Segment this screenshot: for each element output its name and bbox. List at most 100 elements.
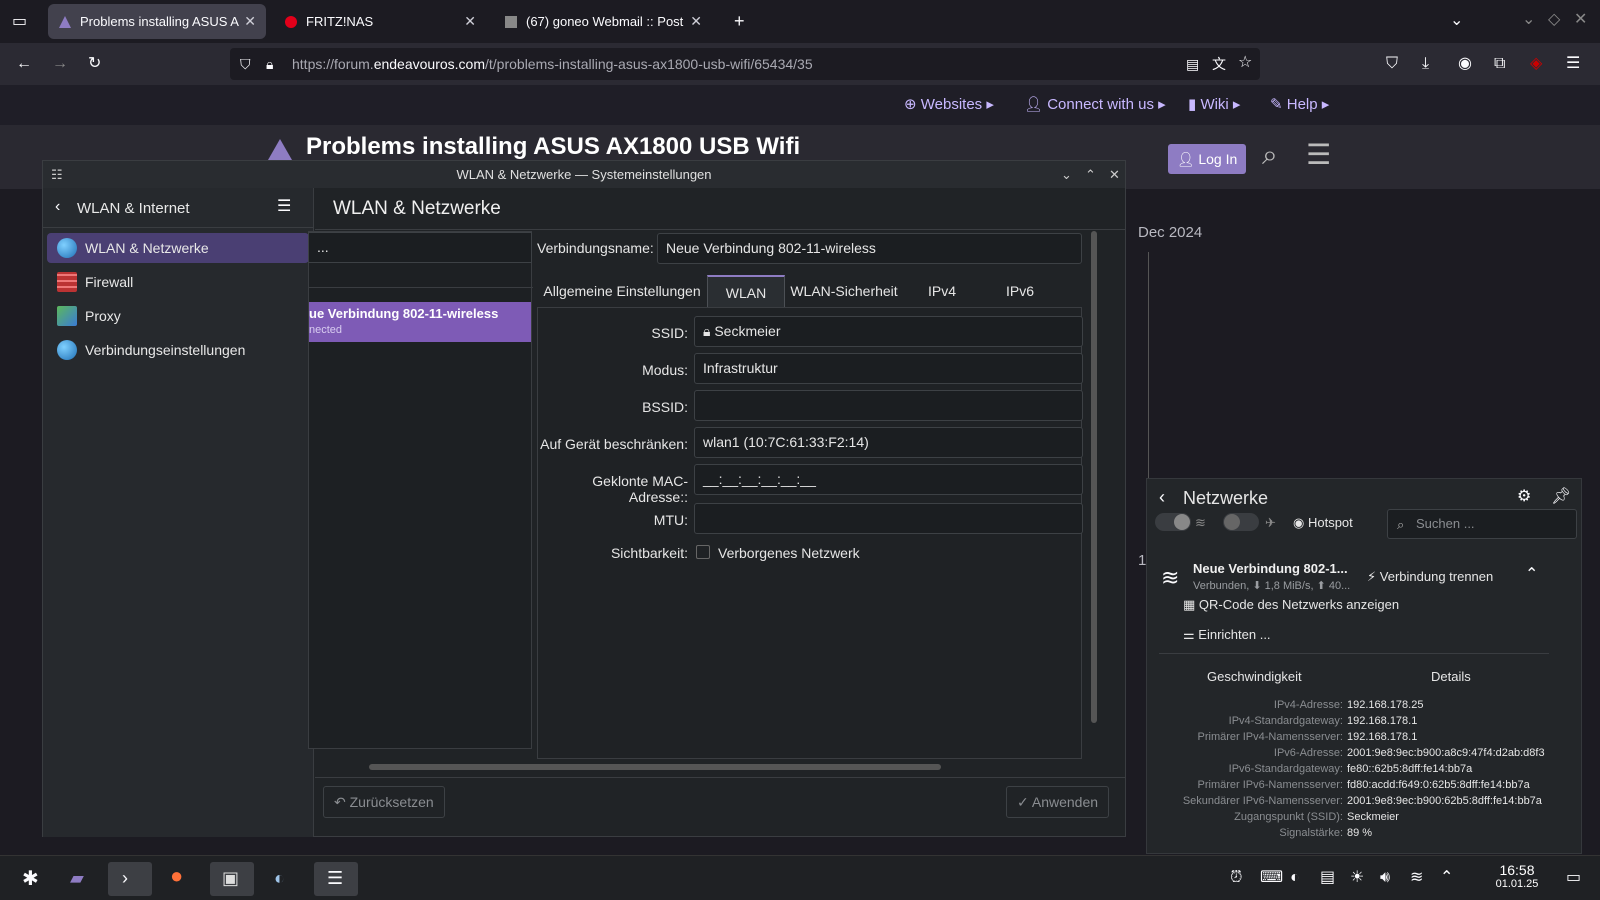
- taskbar-files[interactable]: ▰: [58, 862, 102, 896]
- menu-icon[interactable]: ☰: [1566, 56, 1580, 72]
- airplane-toggle[interactable]: [1223, 513, 1259, 531]
- clock[interactable]: 16:58 01.01.25: [1490, 862, 1544, 890]
- hamburger-icon[interactable]: ☰: [277, 199, 291, 215]
- conn-name-input[interactable]: Neue Verbindung 802-11-wireless: [657, 233, 1082, 264]
- tab-details[interactable]: Details: [1431, 669, 1471, 684]
- minimize-icon[interactable]: ⌄: [1061, 167, 1072, 183]
- sidebar-item-connection-settings[interactable]: Verbindungseinstellungen: [47, 335, 309, 365]
- mtu-input[interactable]: [694, 503, 1083, 534]
- chevron-down-icon[interactable]: ⌄: [1450, 13, 1463, 29]
- close-icon[interactable]: ✕: [464, 13, 476, 30]
- close-window-icon[interactable]: ✕: [1574, 12, 1587, 28]
- steam-tray-icon[interactable]: ◐: [1290, 870, 1300, 886]
- apply-button[interactable]: ✓ Anwenden: [1006, 786, 1110, 818]
- ssid-input[interactable]: 🔒︎ Seckmeier: [694, 316, 1083, 347]
- bssid-input[interactable]: [694, 390, 1083, 421]
- keyboard-icon[interactable]: ⌨︎: [1260, 870, 1283, 886]
- tab-wlan-security[interactable]: WLAN-Sicherheit: [785, 275, 903, 307]
- setup-button[interactable]: ⚌ Einrichten ...: [1183, 627, 1271, 643]
- taskbar-mixer[interactable]: ☰: [314, 862, 358, 896]
- hamburger-icon[interactable]: ☰: [1306, 141, 1331, 169]
- window-menu-icon[interactable]: ☷: [51, 167, 63, 183]
- chevron-up-icon[interactable]: ⌃: [1525, 567, 1538, 583]
- minimize-icon[interactable]: ⌄: [1522, 12, 1535, 28]
- reload-icon[interactable]: ↻: [88, 56, 101, 72]
- search-icon[interactable]: ⌕: [1262, 141, 1278, 169]
- close-icon[interactable]: ✕: [244, 13, 256, 30]
- url-bar[interactable]: ⛉ 🔒︎ https://forum.endeavouros.com/t/pro…: [230, 48, 1260, 80]
- tab-speed[interactable]: Geschwindigkeit: [1207, 669, 1302, 684]
- extensions-icon[interactable]: ⧉: [1494, 56, 1505, 72]
- taskbar-firefox[interactable]: ●: [160, 862, 204, 896]
- vertical-scrollbar[interactable]: [1091, 231, 1097, 723]
- tray-expand-icon[interactable]: ⌃: [1440, 870, 1453, 886]
- sidebar-item-proxy[interactable]: Proxy: [47, 301, 309, 331]
- close-icon[interactable]: ✕: [1109, 167, 1120, 183]
- bookmark-star-icon[interactable]: ☆: [1238, 55, 1252, 71]
- connection-search-input[interactable]: ...: [308, 232, 532, 263]
- forum-nav-help[interactable]: ✎ Help ▸: [1270, 95, 1329, 113]
- forum-nav-websites[interactable]: ⊕ Websites ▸: [904, 95, 994, 113]
- back-icon[interactable]: ←: [16, 56, 32, 72]
- connection-item[interactable]: ≋ Neue Verbindung 802-1... Verbunden, ⬇ …: [1147, 549, 1579, 629]
- reset-button[interactable]: ↶ Zurücksetzen: [323, 786, 445, 818]
- forward-icon[interactable]: →: [52, 56, 68, 72]
- tab-wlan[interactable]: WLAN: [707, 275, 785, 307]
- account-icon[interactable]: ◉: [1458, 56, 1472, 72]
- timeline-track[interactable]: [1148, 252, 1149, 482]
- tab-fritznas[interactable]: FRITZ!NAS ✕: [274, 4, 486, 39]
- list-item-connection[interactable]: ue Verbindung 802-11-wireless nected: [309, 302, 531, 342]
- url-text[interactable]: https://forum.endeavouros.com/t/problems…: [292, 56, 813, 72]
- tab-general[interactable]: Allgemeine Einstellungen: [537, 275, 707, 307]
- close-icon[interactable]: ✕: [690, 13, 702, 30]
- qr-code-button[interactable]: ▦ QR-Code des Netzwerks anzeigen: [1183, 597, 1399, 613]
- back-icon[interactable]: ‹: [55, 199, 60, 215]
- hidden-network-checkbox[interactable]: [696, 545, 710, 559]
- volume-icon[interactable]: 🔊︎: [1380, 870, 1390, 886]
- timeline-date[interactable]: Dec 2024: [1138, 224, 1202, 241]
- login-button[interactable]: 👤︎ Log In: [1168, 144, 1246, 174]
- mac-input[interactable]: __:__:__:__:__:__: [694, 464, 1083, 495]
- maximize-icon[interactable]: ⌃: [1085, 167, 1096, 183]
- taskbar-settings[interactable]: ▣: [210, 862, 254, 896]
- show-desktop-icon[interactable]: ▭: [1566, 870, 1581, 886]
- maximize-icon[interactable]: ◇: [1548, 12, 1560, 28]
- new-tab-icon[interactable]: +: [734, 12, 745, 30]
- forum-topic-title[interactable]: Problems installing ASUS AX1800 USB Wifi: [306, 133, 800, 161]
- clipboard-icon[interactable]: ▤: [1320, 870, 1335, 886]
- hidden-network-label[interactable]: Verborgenes Netzwerk: [718, 545, 860, 561]
- lock-icon[interactable]: 🔒︎: [266, 56, 273, 72]
- reader-view-icon[interactable]: ▤: [1186, 56, 1199, 72]
- taskbar-terminal[interactable]: ›: [108, 862, 152, 896]
- pocket-icon[interactable]: ⛉: [1386, 56, 1398, 72]
- mode-select[interactable]: Infrastruktur: [694, 353, 1083, 384]
- tab-forum[interactable]: Problems installing ASUS A ✕: [48, 4, 266, 39]
- pin-icon[interactable]: 📌︎: [1551, 489, 1571, 505]
- forum-nav-connect[interactable]: 👤︎ Connect with us ▸: [1024, 95, 1166, 113]
- shield-icon[interactable]: ⛉: [240, 56, 251, 72]
- taskbar-steam[interactable]: ◐: [262, 862, 306, 896]
- tab-webmail[interactable]: (67) goneo Webmail :: Post ✕: [494, 4, 712, 39]
- sidebar-item-wlan[interactable]: WLAN & Netzwerke: [47, 233, 309, 263]
- wifi-toggle[interactable]: [1155, 513, 1191, 531]
- download-icon[interactable]: ⤓: [1422, 56, 1429, 72]
- back-icon[interactable]: ‹: [1159, 488, 1165, 506]
- network-search-input[interactable]: Suchen ...: [1387, 509, 1577, 539]
- hotspot-button[interactable]: ◉ Hotspot: [1293, 515, 1353, 531]
- tab-ipv6[interactable]: IPv6: [981, 275, 1059, 307]
- sidebar-item-firewall[interactable]: Firewall: [47, 267, 309, 297]
- brightness-icon[interactable]: ☀︎: [1350, 870, 1364, 886]
- window-titlebar[interactable]: ☷ WLAN & Netzwerke — Systemeinstellungen…: [43, 161, 1125, 188]
- app-launcher-icon[interactable]: ✱: [22, 869, 39, 889]
- horizontal-scrollbar[interactable]: [369, 764, 941, 770]
- configure-icon[interactable]: ⚙︎: [1517, 489, 1531, 505]
- ublock-icon[interactable]: ◈: [1530, 56, 1542, 72]
- wifi-tray-icon[interactable]: ≋: [1410, 870, 1423, 886]
- translate-icon[interactable]: 文: [1212, 56, 1226, 72]
- notifications-icon[interactable]: ⏰︎: [1230, 870, 1242, 886]
- device-select[interactable]: wlan1 (10:7C:61:33:F2:14): [694, 427, 1083, 458]
- tab-ipv4[interactable]: IPv4: [903, 275, 981, 307]
- disconnect-button[interactable]: ⚡︎ Verbindung trennen: [1367, 569, 1493, 585]
- tab-list-icon[interactable]: ▭: [12, 14, 27, 30]
- forum-nav-wiki[interactable]: ▮ Wiki ▸: [1188, 95, 1240, 113]
